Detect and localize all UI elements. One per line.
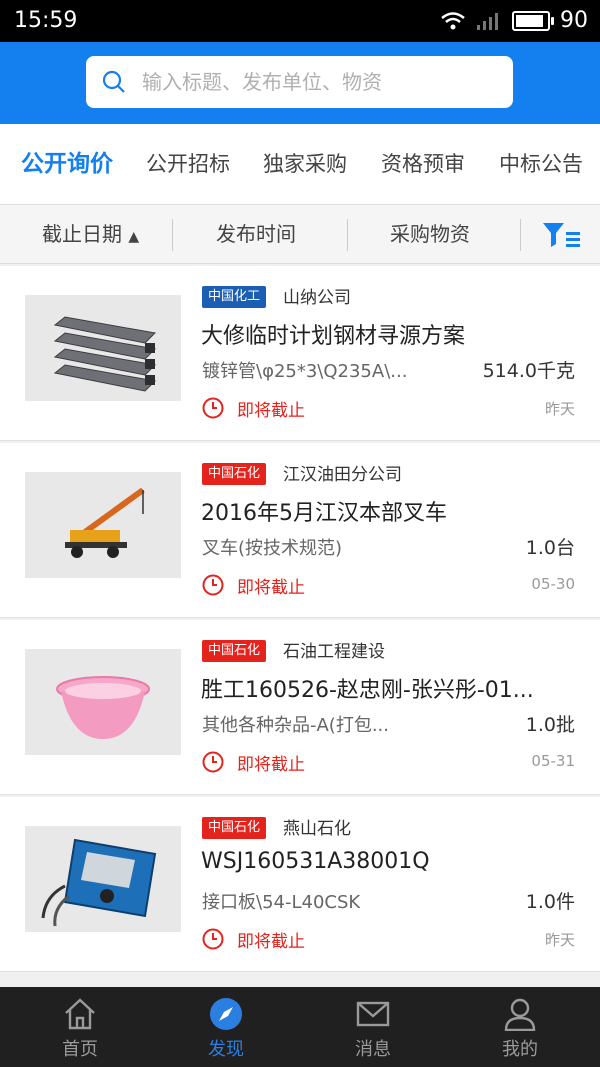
item-spec: 其他各种杂品-A(打包... — [202, 715, 389, 736]
list-item[interactable]: 中国化工 山纳公司 大修临时计划钢材寻源方案 镀锌管\φ25*3\Q235A\.… — [0, 266, 600, 441]
product-image — [25, 649, 181, 755]
item-date: 05-30 — [531, 575, 575, 593]
item-title: 2016年5月江汉本部叉车 — [201, 501, 447, 526]
company-badge: 中国化工 — [202, 286, 267, 308]
product-image — [25, 826, 181, 932]
divider — [520, 219, 521, 251]
item-date: 昨天 — [544, 931, 575, 949]
sort-materials[interactable]: 采购物资 — [390, 205, 470, 263]
divider — [347, 219, 348, 251]
nav-profile[interactable]: 我的 — [445, 987, 595, 1067]
deadline-status: 即将截止 — [237, 578, 305, 598]
search-input[interactable]: 输入标题、发布单位、物资 — [142, 56, 382, 108]
tab-exclusive-purchase[interactable]: 独家采购 — [263, 124, 347, 204]
status-bar: 15:59 90 — [0, 0, 600, 42]
product-image — [25, 472, 181, 578]
home-icon — [65, 998, 95, 1030]
tab-public-inquiry[interactable]: 公开询价 — [21, 124, 113, 204]
user-icon — [504, 998, 536, 1031]
item-spec: 叉车(按技术规范) — [202, 538, 343, 559]
item-quantity: 1.0台 — [525, 537, 575, 559]
item-quantity: 514.0千克 — [482, 360, 575, 382]
company-name: 石油工程建设 — [283, 642, 385, 662]
clock-icon — [202, 397, 224, 419]
sort-arrow-icon: ▲ — [128, 229, 140, 245]
compass-icon — [210, 998, 242, 1030]
status-time: 15:59 — [14, 8, 78, 33]
list-item[interactable]: 中国石化 石油工程建设 胜工160526-赵忠刚-张兴彤-01... 其他各种杂… — [0, 620, 600, 795]
wifi-icon — [441, 11, 465, 29]
deadline-status: 即将截止 — [237, 401, 305, 421]
list-item[interactable]: 中国石化 江汉油田分公司 2016年5月江汉本部叉车 叉车(按技术规范) 1.0… — [0, 443, 600, 618]
item-date: 昨天 — [544, 400, 575, 418]
nav-home-label: 首页 — [62, 1039, 98, 1060]
category-tabs: 公开询价 公开招标 独家采购 资格预审 中标公告 — [0, 124, 600, 204]
company-badge: 中国石化 — [202, 463, 267, 485]
status-icons: 90 — [440, 8, 588, 33]
clock-icon — [202, 751, 224, 773]
nav-discover[interactable]: 发现 — [151, 987, 301, 1067]
nav-discover-label: 发现 — [208, 1039, 244, 1060]
nav-messages-label: 消息 — [355, 1039, 391, 1060]
sort-publish-time[interactable]: 发布时间 — [216, 205, 296, 263]
item-quantity: 1.0批 — [525, 714, 575, 736]
clock-icon — [202, 928, 224, 950]
company-badge: 中国石化 — [202, 640, 267, 662]
nav-home[interactable]: 首页 — [5, 987, 155, 1067]
item-title: 胜工160526-赵忠刚-张兴彤-01... — [201, 678, 534, 703]
company-name: 山纳公司 — [283, 288, 351, 308]
sort-deadline[interactable]: 截止日期 ▲ — [42, 205, 139, 263]
sort-bar: 截止日期 ▲ 发布时间 采购物资 — [0, 204, 600, 264]
deadline-status: 即将截止 — [237, 755, 305, 775]
item-spec: 接口板\54-L40CSK — [202, 892, 361, 913]
item-date: 05-31 — [531, 752, 575, 770]
item-title: WSJ160531A38001Q — [201, 849, 430, 874]
tab-prequalification[interactable]: 资格预审 — [381, 124, 465, 204]
company-name: 江汉油田分公司 — [283, 465, 402, 485]
search-header: 输入标题、发布单位、物资 — [0, 42, 600, 124]
item-quantity: 1.0件 — [525, 891, 575, 913]
search-icon — [102, 70, 125, 93]
company-name: 燕山石化 — [283, 819, 351, 839]
sort-deadline-label: 截止日期 — [42, 222, 122, 246]
list-item[interactable]: 中国石化 燕山石化 WSJ160531A38001Q 接口板\54-L40CSK… — [0, 797, 600, 972]
battery-level: 90 — [560, 8, 588, 33]
tab-public-tender[interactable]: 公开招标 — [146, 124, 230, 204]
signal-icon — [477, 12, 498, 30]
item-spec: 镀锌管\φ25*3\Q235A\... — [202, 361, 408, 382]
nav-messages[interactable]: 消息 — [298, 987, 448, 1067]
company-badge: 中国石化 — [202, 817, 267, 839]
nav-profile-label: 我的 — [502, 1039, 538, 1060]
product-image — [25, 295, 181, 401]
divider — [172, 219, 173, 251]
deadline-status: 即将截止 — [237, 932, 305, 952]
tab-award-notice[interactable]: 中标公告 — [499, 124, 583, 204]
item-title: 大修临时计划钢材寻源方案 — [201, 324, 466, 349]
mail-icon — [356, 1001, 390, 1027]
bottom-nav: 首页 发现 消息 我的 — [0, 987, 600, 1067]
clock-icon — [202, 574, 224, 596]
search-box[interactable]: 输入标题、发布单位、物资 — [86, 56, 513, 108]
filter-icon[interactable] — [542, 222, 582, 248]
battery-icon — [512, 10, 554, 31]
